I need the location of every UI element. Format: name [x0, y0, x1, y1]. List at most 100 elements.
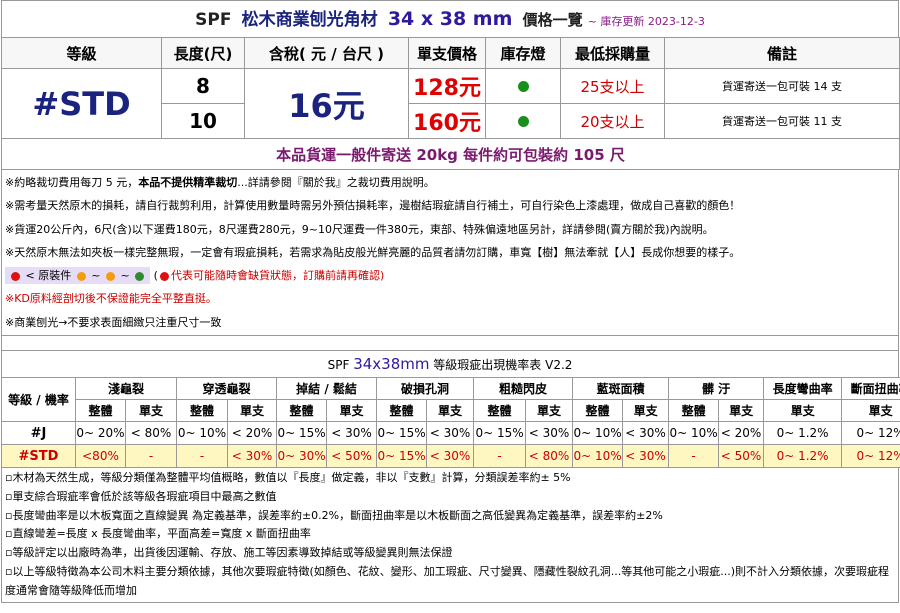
defect-table-title: SPF 34x38mm 等級瑕疵出現機率表 V2.2 — [1, 350, 899, 378]
defect-title-suffix: 等級瑕疵出現機率表 V2.2 — [433, 358, 573, 373]
category-header: 藍斑面積 — [572, 377, 670, 401]
bottom-note: ▫以上等級特徵為本公司木料主要分類依據，其他次要瑕疵特徵(如顏色、花紋、變形、加… — [5, 565, 890, 597]
defect-value: - — [668, 444, 720, 469]
defect-table: 等級 / 機率 淺龜裂 穿透龜裂 掉結 / 鬆結 破損孔洞 粗糙閃皮 藍斑面積 … — [1, 377, 900, 469]
sub-header-single: 單支 — [227, 399, 278, 423]
category-header: 淺龜裂 — [74, 377, 178, 401]
stock-cell — [485, 103, 561, 139]
header-note: 備註 — [664, 37, 900, 69]
title-wood: 松木 — [241, 10, 276, 30]
sub-header-whole: 整體 — [276, 399, 328, 423]
page-title: SPF 松木商業刨光角材 34 x 38 mm 價格一覽 ~ 庫存更新 2023… — [1, 0, 899, 37]
defect-value: - — [124, 444, 178, 469]
corner-cell: 等級 / 機率 — [1, 377, 76, 423]
price-table: 等級 長度(尺) 含稅( 元 / 台尺 ) 單支價格 庫存燈 最低採購量 備註 … — [1, 37, 900, 170]
red-dot-icon — [11, 271, 20, 281]
category-header: 穿透龜裂 — [176, 377, 278, 401]
legend-label: < 原裝件 — [25, 269, 72, 283]
defect-value: < 30% — [426, 444, 475, 469]
defect-value: 0~ 12% — [841, 421, 900, 446]
orange-dot-icon — [76, 271, 86, 281]
note-text: ※約略裁切費用每刀 5 元， — [5, 176, 139, 189]
defect-row-std: #STD <80% - - < 30% 0~ 30% < 50% 0~ 15% … — [1, 444, 900, 469]
defect-value: 0~ 1.2% — [763, 444, 843, 469]
defect-value: < 80% — [525, 444, 574, 469]
defect-value: 0~ 12% — [841, 444, 900, 469]
bottom-note: ▫木材為天然生成，等級分類僅為整體平均值概略，數值以『長度』做定義，非以『支數』… — [5, 471, 571, 485]
title-product: 商業刨光 — [275, 10, 344, 30]
defect-value: < 80% — [124, 421, 178, 446]
defect-value: 0~ 10% — [572, 444, 624, 469]
sub-header-single: 單支 — [426, 399, 475, 423]
defect-value: < 50% — [718, 444, 765, 469]
note-line: ※需考量天然原木的損耗，請自行裁剪利用，計算使用數量時需另外預估損耗率，邊樹結瑕… — [5, 199, 741, 213]
bottom-note: ▫等級評定以出廠時為準，出貨後因運輸、存放、施工等因素導致掉結或等級變異則無法保… — [5, 546, 453, 560]
page: SPF 松木商業刨光角材 34 x 38 mm 價格一覽 ~ 庫存更新 2023… — [1, 0, 900, 603]
length-cell: 10 — [161, 103, 245, 139]
note-text: ...詳請參閱『關於我』之裁切費用說明。 — [237, 176, 435, 189]
sub-header-single: 單支 — [841, 399, 900, 423]
category-header: 長度彎曲率 — [763, 377, 843, 401]
legend-tilde: ~ — [91, 269, 101, 283]
defect-value: < 30% — [326, 421, 378, 446]
price-table-header: 等級 長度(尺) 含稅( 元 / 台尺 ) 單支價格 庫存燈 最低採購量 備註 — [1, 37, 900, 69]
defect-value: < 30% — [622, 421, 670, 446]
category-header: 掉結 / 鬆結 — [276, 377, 378, 401]
defect-value: 0~ 10% — [176, 421, 229, 446]
defect-value: 0~ 30% — [276, 444, 328, 469]
defect-value: < 30% — [227, 444, 278, 469]
sub-header-single: 單支 — [622, 399, 670, 423]
defect-title-size: 34x38mm — [353, 355, 430, 374]
bottom-note: ▫單支綜合瑕疵率會低於該等級各瑕疵項目中最高之數值 — [5, 489, 277, 503]
note-cell: 貨運寄送一包可裝 14 支 — [664, 68, 900, 104]
header-unit-price: 單支價格 — [408, 37, 486, 69]
bottom-note: ▫直線彎差=長度 x 長度彎曲率，平面高差=寬度 x 斷面扭曲率 — [5, 527, 311, 541]
defect-value: 0~ 20% — [75, 421, 126, 446]
category-header: 破損孔洞 — [376, 377, 475, 401]
sub-header-single: 單支 — [763, 399, 843, 423]
sub-header-single: 單支 — [718, 399, 765, 423]
grade-label: #STD — [1, 444, 76, 469]
defect-value: < 30% — [426, 421, 475, 446]
header-length: 長度(尺) — [161, 37, 245, 69]
note-cell: 貨運寄送一包可裝 11 支 — [664, 103, 900, 139]
title-list: 價格一覽 — [522, 11, 583, 29]
note-line: ※天然原木無法如夾板一樣完整無瑕，一定會有瑕疵損耗，若需求為貼皮般光鮮亮麗的品質… — [5, 245, 741, 259]
sub-header-single: 單支 — [326, 399, 378, 423]
title-suffix: 角材 — [343, 10, 378, 30]
min-qty-cell: 25支以上 — [560, 68, 665, 104]
unit-price-cell: 128元 — [408, 68, 486, 104]
sub-header-whole: 整體 — [75, 399, 126, 423]
header-grade: 等級 — [1, 37, 162, 69]
defect-value: < 30% — [525, 421, 574, 446]
header-price-per-unit: 含稅( 元 / 台尺 ) — [244, 37, 409, 69]
price-row: #STD 8 16元 128元 25支以上 貨運寄送一包可裝 14 支 — [1, 68, 900, 139]
sub-header-whole: 整體 — [572, 399, 624, 423]
sub-header-whole: 整體 — [473, 399, 527, 423]
stock-legend: < 原裝件 ~ ~ — [5, 267, 151, 285]
green-dot-icon — [135, 271, 145, 281]
defect-value: <80% — [75, 444, 126, 469]
orange-dot-icon — [105, 271, 115, 281]
category-header: 髒 汙 — [668, 377, 765, 401]
stock-light-icon — [517, 115, 529, 127]
bottom-note: ▫長度彎曲率是以木板寬面之直線變異 為定義基準，誤差率約±0.2%，斷面扭曲率是… — [5, 508, 663, 522]
defect-value: 0~ 10% — [668, 421, 720, 446]
defect-header-row: 等級 / 機率 淺龜裂 穿透龜裂 掉結 / 鬆結 破損孔洞 粗糙閃皮 藍斑面積 … — [1, 377, 900, 423]
defect-value: 0~ 15% — [376, 421, 428, 446]
defect-value: < 30% — [622, 444, 670, 469]
defect-value: 0~ 10% — [572, 421, 624, 446]
sub-header-single: 單支 — [525, 399, 574, 423]
price-per-unit-cell: 16元 — [244, 68, 409, 139]
stock-warning: 代表可能隨時會缺貨狀態，訂購前請再確認) — [170, 269, 385, 283]
title-prefix: SPF — [195, 10, 232, 30]
sub-header-single: 單支 — [124, 399, 178, 423]
defect-value: 0~ 15% — [376, 444, 428, 469]
defect-value: < 20% — [227, 421, 278, 446]
legend-line: < 原裝件 ~ ~ ( 代表可能隨時會缺貨狀態，訂購前請再確認) — [5, 264, 895, 287]
bottom-notes: ▫木材為天然生成，等級分類僅為整體平均值概略，數值以『長度』做定義，非以『支數』… — [1, 468, 899, 603]
note-line: ※約略裁切費用每刀 5 元，本品不提供精準裁切...詳請參閱『關於我』之裁切費用… — [5, 171, 895, 194]
note-line: ※貨運20公斤內，6尺(含)以下運費180元，8尺運費280元，9~10尺運費一… — [5, 222, 714, 236]
note-line: ※KD原料經剖切後不保證能完全平整直挺。 — [5, 292, 217, 306]
legend-paren: ( — [153, 269, 158, 283]
